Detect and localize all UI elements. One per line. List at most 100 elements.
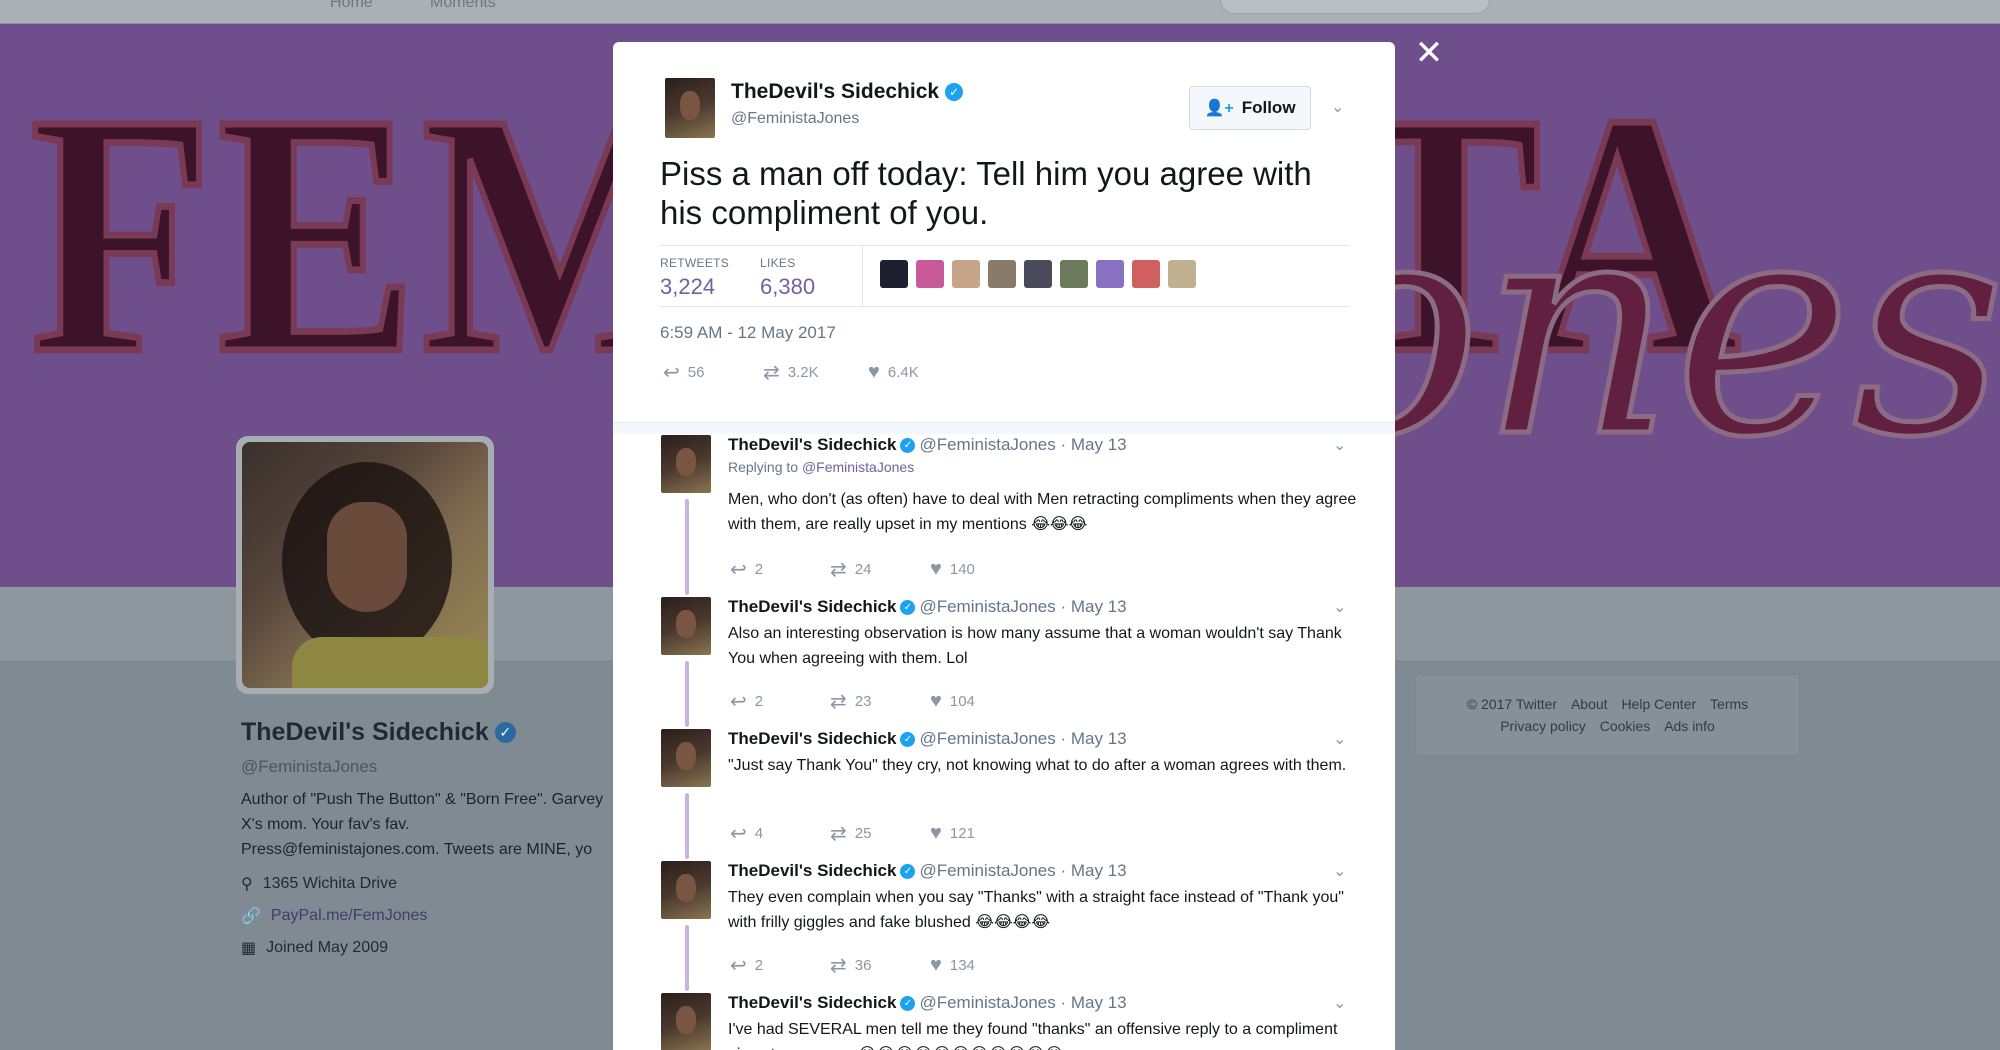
like-button[interactable]: ♥ 121 (930, 822, 975, 845)
footer-terms-link[interactable]: Terms (1710, 696, 1748, 712)
retweets-stat[interactable]: RETWEETS 3,224 (660, 256, 729, 300)
liker-avatar[interactable] (988, 260, 1016, 288)
retweet-button[interactable]: ⇄ 24 (830, 557, 930, 582)
retweet-button[interactable]: ⇄ 23 (830, 689, 930, 714)
reply-meta[interactable]: @FeministaJones · May 13 (919, 729, 1126, 749)
tweet-actions: ↩ 56 ⇄ 3.2K ♥ 6.4K (663, 360, 919, 385)
reply-text: "Just say Thank You" they cry, not knowi… (728, 757, 1347, 774)
replying-mention[interactable]: @FeministaJones (802, 459, 914, 475)
liker-avatar[interactable] (1168, 260, 1196, 288)
reply-avatar[interactable] (661, 597, 711, 655)
retweet-button[interactable]: ⇄ 3.2K (763, 360, 868, 385)
follow-button[interactable]: 👤+ Follow (1189, 86, 1311, 130)
liker-avatar[interactable] (952, 260, 980, 288)
tweet-author-avatar[interactable] (665, 78, 715, 138)
thread-line (685, 499, 689, 595)
footer-cookies-link[interactable]: Cookies (1600, 718, 1651, 734)
tweet-modal: TheDevil's Sidechick ✓ @FeministaJones 👤… (613, 42, 1395, 1050)
reply-avatar[interactable] (661, 729, 711, 787)
chevron-down-icon[interactable]: ⌄ (1333, 435, 1346, 455)
tweet-author-name[interactable]: TheDevil's Sidechick ✓ (731, 80, 964, 104)
profile-link[interactable]: PayPal.me/FemJones (271, 907, 428, 925)
reply-meta[interactable]: @FeministaJones · May 13 (919, 435, 1126, 455)
reply-text: Also an interesting observation is how m… (728, 625, 1342, 667)
profile-handle: @FeministaJones (241, 757, 378, 776)
reply-author-name[interactable]: TheDevil's Sidechick (728, 435, 896, 455)
retweet-icon: ⇄ (830, 691, 847, 713)
follow-label: Follow (1241, 98, 1296, 117)
reply-count: 4 (754, 825, 764, 842)
like-count: 140 (949, 561, 975, 578)
retweet-count: 3.2K (787, 364, 819, 381)
reply-meta[interactable]: @FeministaJones · May 13 (919, 861, 1126, 881)
like-count: 121 (949, 825, 975, 842)
reply-meta[interactable]: @FeministaJones · May 13 (919, 597, 1126, 617)
likes-stat[interactable]: LIKES 6,380 (760, 256, 815, 300)
reply-button[interactable]: ↩ 2 (730, 689, 830, 714)
chevron-down-icon[interactable]: ⌄ (1333, 861, 1346, 881)
liker-avatar[interactable] (916, 260, 944, 288)
liker-avatars (880, 260, 1196, 288)
tweet-author-handle[interactable]: @FeministaJones (731, 110, 859, 128)
chevron-down-icon[interactable]: ⌄ (1333, 597, 1346, 617)
nav-home[interactable]: Home (330, 0, 373, 12)
footer-help-link[interactable]: Help Center (1621, 696, 1696, 712)
reply-author-name[interactable]: TheDevil's Sidechick (728, 729, 896, 749)
like-button[interactable]: ♥ 104 (930, 690, 975, 713)
footer-privacy-link[interactable]: Privacy policy (1500, 718, 1586, 734)
reply-author-name[interactable]: TheDevil's Sidechick (728, 597, 896, 617)
like-button[interactable]: ♥ 134 (930, 954, 975, 977)
reply-button[interactable]: ↩ 2 (730, 557, 830, 582)
reply-author-name[interactable]: TheDevil's Sidechick (728, 861, 896, 881)
nav-moments[interactable]: Moments (430, 0, 496, 12)
reply-tweet[interactable]: TheDevil's Sidechick ✓ @FeministaJones ·… (613, 993, 1395, 1050)
reply-header: TheDevil's Sidechick ✓ @FeministaJones ·… (728, 597, 1127, 617)
verified-icon: ✓ (945, 83, 964, 101)
link-icon: 🔗 (241, 908, 261, 925)
reply-button[interactable]: ↩ 56 (663, 360, 763, 385)
reply-text: They even complain when you say "Thanks"… (728, 889, 1344, 931)
reply-tweet[interactable]: TheDevil's Sidechick ✓ @FeministaJones ·… (613, 729, 1395, 859)
chevron-down-icon[interactable]: ⌄ (1333, 729, 1346, 749)
tweet-timestamp[interactable]: 6:59 AM - 12 May 2017 (660, 323, 836, 343)
liker-avatar[interactable] (1096, 260, 1124, 288)
reply-tweet[interactable]: TheDevil's Sidechick ✓ @FeministaJones ·… (613, 597, 1395, 727)
liker-avatar[interactable] (1060, 260, 1088, 288)
like-button[interactable]: ♥ 6.4K (868, 361, 919, 384)
reply-tweet[interactable]: TheDevil's Sidechick ✓ @FeministaJones ·… (613, 861, 1395, 991)
reply-button[interactable]: ↩ 2 (730, 953, 830, 978)
add-user-icon: 👤+ (1204, 100, 1234, 117)
retweet-button[interactable]: ⇄ 25 (830, 821, 930, 846)
search-input[interactable] (1220, 0, 1490, 14)
close-modal-button[interactable]: ✕ (1414, 36, 1444, 70)
reply-avatar[interactable] (661, 993, 711, 1050)
location-text: 1365 Wichita Drive (262, 875, 397, 892)
profile-name: TheDevil's Sidechick ✓ (241, 718, 611, 747)
reply-button[interactable]: ↩ 4 (730, 821, 830, 846)
liker-avatar[interactable] (1132, 260, 1160, 288)
verified-icon: ✓ (494, 722, 516, 743)
reply-meta[interactable]: @FeministaJones · May 13 (919, 993, 1126, 1013)
profile-joined: ▦ Joined May 2009 (241, 938, 611, 958)
retweet-button[interactable]: ⇄ 36 (830, 953, 930, 978)
reply-icon: ↩ (730, 955, 747, 977)
liker-avatar[interactable] (1024, 260, 1052, 288)
likes-label: LIKES (760, 256, 796, 270)
liker-avatar[interactable] (880, 260, 908, 288)
retweet-count: 25 (854, 825, 872, 842)
profile-avatar[interactable] (236, 436, 494, 694)
reply-avatar[interactable] (661, 435, 711, 493)
footer-copyright: © 2017 Twitter (1466, 696, 1558, 712)
chevron-down-icon[interactable]: ⌄ (1333, 993, 1346, 1013)
like-button[interactable]: ♥ 140 (930, 558, 975, 581)
reply-author-name[interactable]: TheDevil's Sidechick (728, 993, 896, 1013)
retweet-count: 24 (854, 561, 872, 578)
reply-tweet[interactable]: TheDevil's Sidechick ✓ @FeministaJones ·… (613, 435, 1395, 595)
retweet-count: 23 (854, 693, 872, 710)
profile-name-text: TheDevil's Sidechick (241, 718, 489, 746)
footer-ads-link[interactable]: Ads info (1664, 718, 1715, 734)
chevron-down-icon[interactable]: ⌄ (1331, 97, 1344, 117)
thread-line (685, 661, 689, 727)
reply-avatar[interactable] (661, 861, 711, 919)
footer-about-link[interactable]: About (1571, 696, 1608, 712)
